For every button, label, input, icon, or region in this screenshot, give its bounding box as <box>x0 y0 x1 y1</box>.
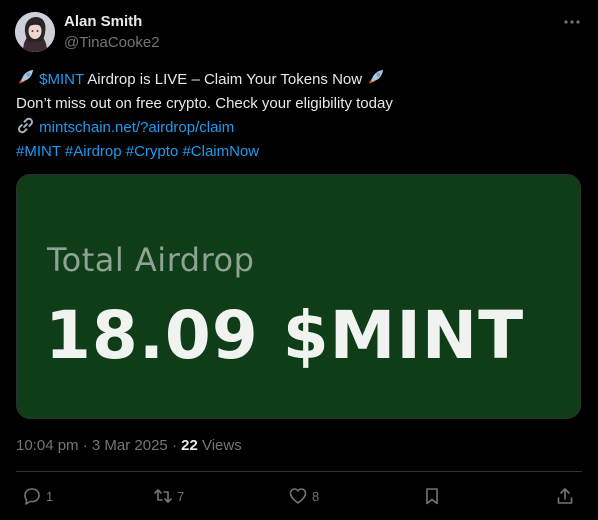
more-dots-icon <box>564 20 580 24</box>
card-value: 18.09 $MINT <box>45 297 525 374</box>
tweet-meta: 10:04 pm · 3 Mar 2025 · 22 Views <box>16 437 242 454</box>
meta-separator: · <box>171 437 182 454</box>
card-label: Total Airdrop <box>47 241 255 279</box>
more-options-button[interactable] <box>560 12 584 32</box>
bookmark-button[interactable] <box>422 486 442 506</box>
tweet-line-3: mintschain.net/?airdrop/claim <box>16 116 586 140</box>
divider <box>16 471 582 472</box>
rocket-icon <box>369 69 384 85</box>
like-count: 8 <box>312 488 320 504</box>
meta-separator: · <box>82 437 92 454</box>
display-name[interactable]: Alan Smith <box>64 13 142 30</box>
tweet-text: $MINT Airdrop is LIVE – Claim Your Token… <box>16 68 586 164</box>
views-count: 22 <box>181 437 198 454</box>
tweet-time[interactable]: 10:04 pm <box>16 437 79 454</box>
rocket-icon <box>18 69 34 85</box>
reply-icon <box>24 488 40 505</box>
claim-url-link[interactable]: mintschain.net/?airdrop/claim <box>39 119 234 136</box>
hashtags-link[interactable]: #MINT #Airdrop #Crypto #ClaimNow <box>16 143 259 160</box>
media-card[interactable]: Total Airdrop 18.09 $MINT <box>16 174 581 419</box>
tweet-line-4: #MINT #Airdrop #Crypto #ClaimNow <box>16 140 586 164</box>
tweet-line-1: $MINT Airdrop is LIVE – Claim Your Token… <box>16 68 586 92</box>
like-button[interactable]: 8 <box>288 486 319 506</box>
avatar[interactable] <box>15 12 55 52</box>
views-label: Views <box>201 437 242 454</box>
avatar-portrait-icon <box>15 12 55 52</box>
retweet-button[interactable]: 7 <box>153 486 184 506</box>
reply-button[interactable]: 1 <box>22 486 53 506</box>
link-icon <box>18 117 33 134</box>
bookmark-icon <box>426 488 438 505</box>
tweet-date[interactable]: 3 Mar 2025 <box>92 437 168 454</box>
tweet: Alan Smith @TinaCooke2 $MINT Airdrop is … <box>0 0 598 520</box>
heart-icon <box>289 488 307 504</box>
retweet-icon <box>154 489 172 503</box>
handle[interactable]: @TinaCooke2 <box>64 34 160 51</box>
share-icon <box>557 488 573 504</box>
tweet-line-2: Don’t miss out on free crypto. Check you… <box>16 95 393 112</box>
reply-count: 1 <box>46 488 54 504</box>
share-button[interactable] <box>555 486 575 506</box>
ticker-link[interactable]: $MINT <box>39 71 84 88</box>
retweet-count: 7 <box>177 488 185 504</box>
headline-text: Airdrop is LIVE – Claim Your Tokens Now <box>83 71 367 88</box>
